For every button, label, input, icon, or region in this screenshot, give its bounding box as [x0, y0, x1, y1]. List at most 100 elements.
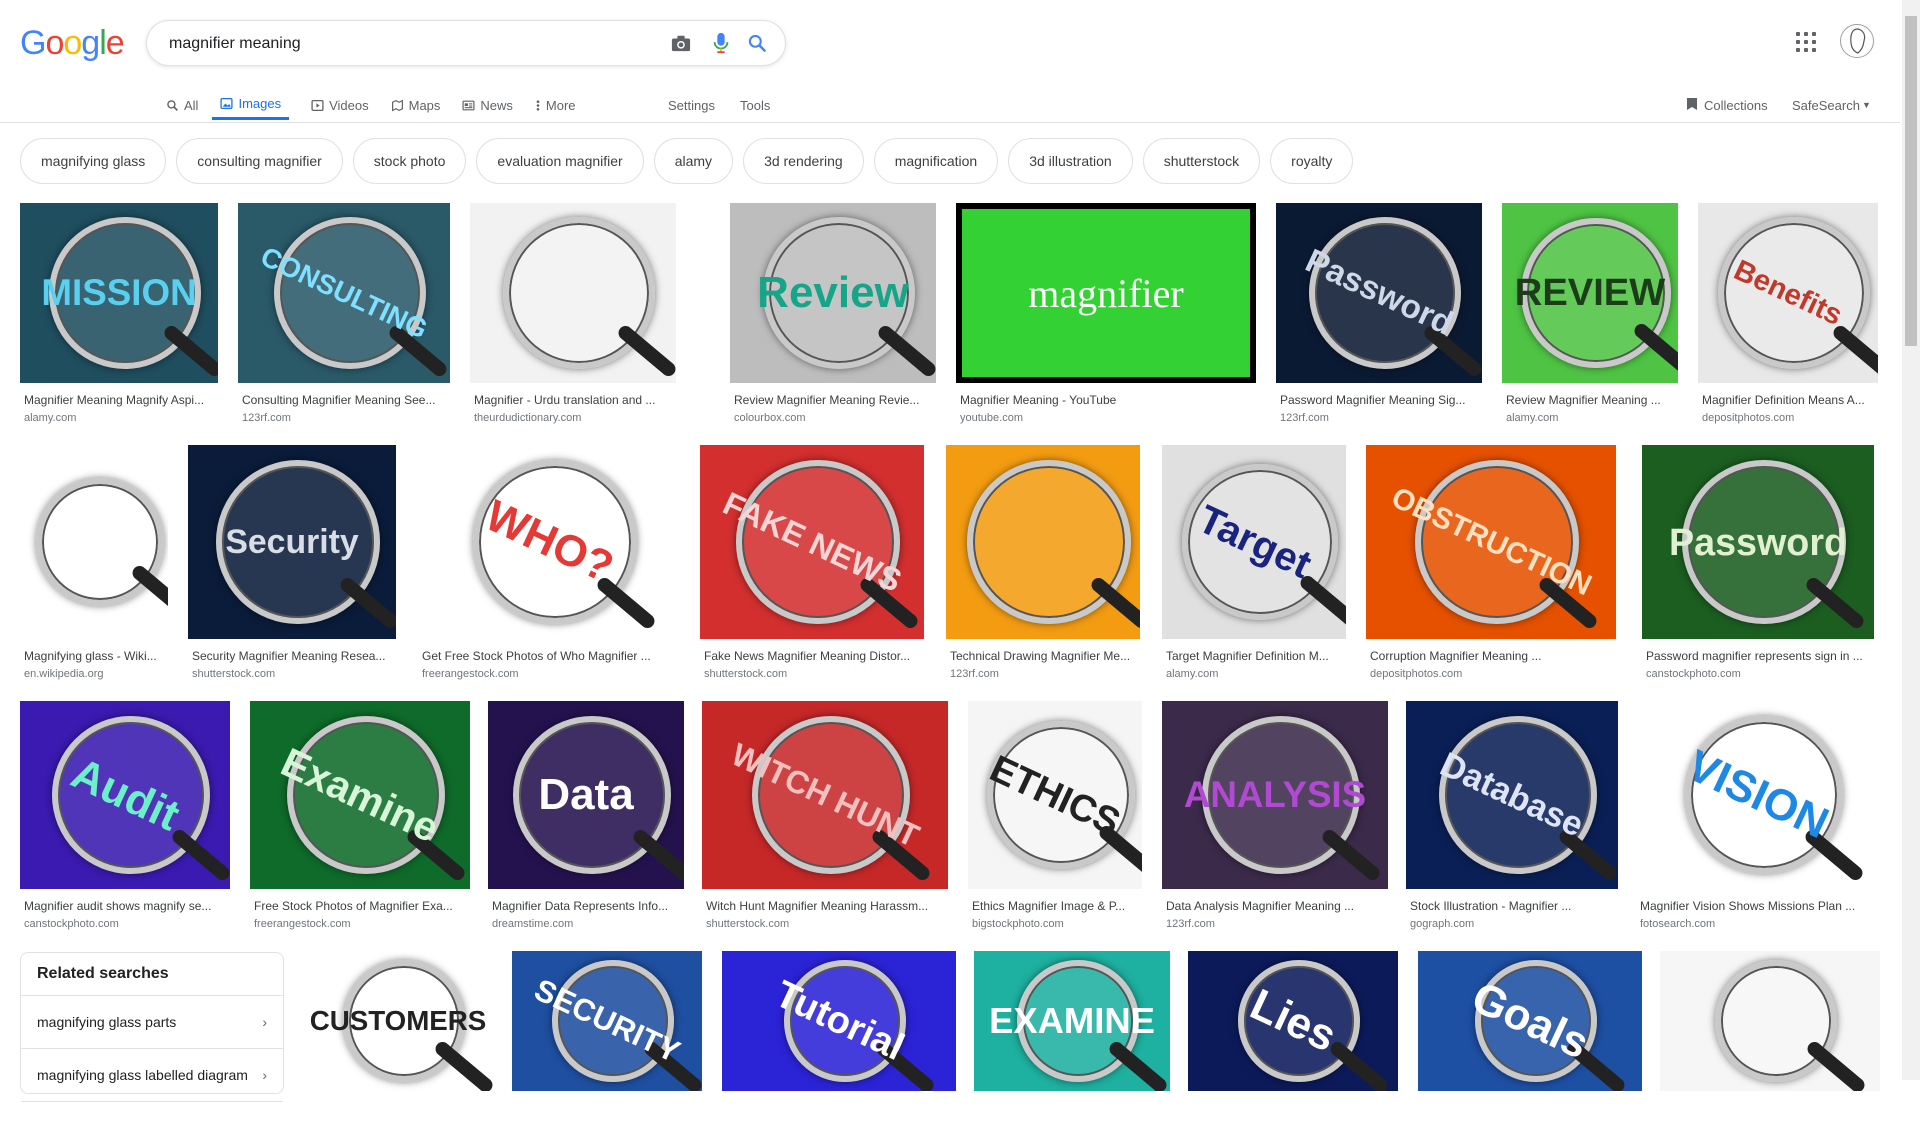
related-search-item[interactable]: magnifying glass parts › — [21, 996, 283, 1049]
search-box[interactable] — [146, 20, 786, 66]
result-title[interactable]: Magnifier Vision Shows Missions Plan ... — [1640, 899, 1878, 913]
result-title[interactable]: Password magnifier represents sign in ..… — [1646, 649, 1872, 663]
result-thumbnail[interactable]: ETHICS — [968, 701, 1142, 889]
result-thumbnail[interactable]: Data — [488, 701, 684, 889]
result-title[interactable]: Ethics Magnifier Image & P... — [972, 899, 1140, 913]
result-thumbnail[interactable]: MISSION — [20, 203, 218, 383]
result-thumbnail[interactable]: REVIEW — [1502, 203, 1678, 383]
result-source[interactable]: 123rf.com — [1280, 412, 1480, 424]
result-source[interactable]: bigstockphoto.com — [972, 918, 1140, 930]
result-thumbnail[interactable]: Goals — [1418, 951, 1642, 1091]
image-result[interactable]: Benefits Magnifier Definition Means A... d… — [1698, 203, 1878, 435]
result-thumbnail[interactable]: WITCH HUNT — [702, 701, 948, 889]
result-thumbnail[interactable]: VISION — [1636, 701, 1880, 889]
result-source[interactable]: freerangestock.com — [422, 668, 678, 680]
image-result[interactable]: OBSTRUCTION Corruption Magnifier Meaning … — [1366, 445, 1616, 691]
result-title[interactable]: Technical Drawing Magnifier Me... — [950, 649, 1138, 663]
result-thumbnail[interactable]: WHO? — [418, 445, 680, 639]
image-result[interactable]: ETHICS Ethics Magnifier Image & P... bigst… — [968, 701, 1142, 941]
image-result[interactable]: CONSULTING Consulting Magnifier Meaning S… — [238, 203, 450, 435]
result-thumbnail[interactable]: FAKE NEWS — [700, 445, 924, 639]
result-source[interactable]: canstockphoto.com — [1646, 668, 1872, 680]
result-title[interactable]: Witch Hunt Magnifier Meaning Harassm... — [706, 899, 946, 913]
settings-link[interactable]: Settings — [668, 90, 715, 120]
result-source[interactable]: freerangestock.com — [254, 918, 468, 930]
result-source[interactable]: alamy.com — [24, 412, 216, 424]
image-result[interactable]: REVIEW Review Magnifier Meaning ... alamy.… — [1502, 203, 1678, 435]
result-thumbnail[interactable]: Password — [1276, 203, 1482, 383]
result-thumbnail[interactable]: magnifier — [956, 203, 1256, 383]
chip[interactable]: alamy — [653, 138, 734, 184]
result-source[interactable]: shutterstock.com — [704, 668, 922, 680]
result-title[interactable]: Data Analysis Magnifier Meaning ... — [1166, 899, 1386, 913]
result-thumbnail[interactable] — [946, 445, 1140, 639]
result-title[interactable]: Magnifier - Urdu translation and ... — [474, 393, 674, 407]
result-source[interactable]: canstockphoto.com — [24, 918, 228, 930]
image-result[interactable]: Database Stock Illustration - Magnifier .… — [1406, 701, 1618, 941]
avatar[interactable] — [1840, 24, 1874, 58]
chip[interactable]: 3d rendering — [743, 138, 864, 184]
result-thumbnail[interactable]: Tutorial — [722, 951, 956, 1091]
tab-images[interactable]: Images — [212, 90, 290, 120]
image-result[interactable]: Password Password Magnifier Meaning Sig..… — [1276, 203, 1482, 435]
chip[interactable]: evaluation magnifier — [476, 138, 644, 184]
image-result[interactable]: VISION Magnifier Vision Shows Missions Pl… — [1636, 701, 1880, 941]
result-thumbnail[interactable]: ANALYSIS — [1162, 701, 1388, 889]
tab-videos[interactable]: Videos — [311, 90, 369, 120]
image-result[interactable]: Password Password magnifier represents si… — [1642, 445, 1874, 691]
image-result[interactable]: WHO? Get Free Stock Photos of Who Magnifi… — [418, 445, 680, 691]
result-thumbnail[interactable]: CONSULTING — [238, 203, 450, 383]
result-thumbnail[interactable]: EXAMINE — [974, 951, 1170, 1091]
chip[interactable]: consulting magnifier — [176, 138, 343, 184]
result-thumbnail[interactable]: Target — [1162, 445, 1346, 639]
result-source[interactable]: gograph.com — [1410, 918, 1616, 930]
image-result[interactable]: Lies — [1188, 951, 1398, 1143]
tab-all[interactable]: All — [166, 90, 198, 120]
apps-grid-icon[interactable] — [1794, 30, 1818, 54]
result-title[interactable]: Target Magnifier Definition M... — [1166, 649, 1344, 663]
result-source[interactable]: alamy.com — [1506, 412, 1676, 424]
result-thumbnail[interactable]: Security — [188, 445, 396, 639]
image-result[interactable]: Technical Drawing Magnifier Me... 123rf.c… — [946, 445, 1140, 691]
related-search-item[interactable]: magnifying glass labelled diagram › — [21, 1049, 283, 1102]
camera-icon[interactable] — [669, 31, 693, 55]
result-title[interactable]: Magnifier Meaning - YouTube — [960, 393, 1254, 407]
result-title[interactable]: Password Magnifier Meaning Sig... — [1280, 393, 1480, 407]
result-source[interactable]: en.wikipedia.org — [24, 668, 166, 680]
collections-link[interactable]: Collections — [1686, 90, 1768, 120]
result-thumbnail[interactable]: Benefits — [1698, 203, 1878, 383]
scrollbar-thumb[interactable] — [1905, 16, 1917, 346]
result-source[interactable]: depositphotos.com — [1702, 412, 1876, 424]
result-title[interactable]: Magnifier audit shows magnify se... — [24, 899, 228, 913]
image-result[interactable]: Data Magnifier Data Represents Info... dre… — [488, 701, 684, 941]
result-source[interactable]: 123rf.com — [950, 668, 1138, 680]
result-title[interactable]: Magnifier Meaning Magnify Aspi... — [24, 393, 216, 407]
tools-link[interactable]: Tools — [740, 90, 770, 120]
result-thumbnail[interactable]: CUSTOMERS — [302, 951, 494, 1091]
image-result[interactable]: CUSTOMERS — [302, 951, 494, 1143]
result-thumbnail[interactable] — [20, 445, 168, 639]
result-title[interactable]: Security Magnifier Meaning Resea... — [192, 649, 394, 663]
result-title[interactable]: Magnifying glass - Wiki... — [24, 649, 166, 663]
result-title[interactable]: Fake News Magnifier Meaning Distor... — [704, 649, 922, 663]
image-result[interactable]: FAKE NEWS Fake News Magnifier Meaning Dis… — [700, 445, 924, 691]
result-title[interactable]: Review Magnifier Meaning Revie... — [734, 393, 934, 407]
result-source[interactable]: alamy.com — [1166, 668, 1344, 680]
image-result[interactable]: Target Target Magnifier Definition M... al… — [1162, 445, 1346, 691]
result-source[interactable]: 123rf.com — [242, 412, 448, 424]
image-result[interactable]: Magnifying glass - Wiki... en.wikipedia.o… — [20, 445, 168, 691]
result-thumbnail[interactable]: Lies — [1188, 951, 1398, 1091]
image-result[interactable]: Magnifier - Urdu translation and ... theu… — [470, 203, 676, 435]
result-title[interactable]: Consulting Magnifier Meaning See... — [242, 393, 448, 407]
image-result[interactable]: magnifier Magnifier Meaning - YouTube yout… — [956, 203, 1256, 435]
result-title[interactable]: Magnifier Data Represents Info... — [492, 899, 682, 913]
image-result[interactable]: Security Security Magnifier Meaning Resea… — [188, 445, 396, 691]
result-title[interactable]: Review Magnifier Meaning ... — [1506, 393, 1676, 407]
image-result[interactable]: ANALYSIS Data Analysis Magnifier Meaning … — [1162, 701, 1388, 941]
chip[interactable]: stock photo — [352, 138, 467, 184]
result-thumbnail[interactable]: Password — [1642, 445, 1874, 639]
result-title[interactable]: Corruption Magnifier Meaning ... — [1370, 649, 1614, 663]
chip[interactable]: royalty — [1270, 138, 1354, 184]
microphone-icon[interactable] — [709, 31, 733, 55]
image-result[interactable]: SECURITY — [512, 951, 702, 1143]
